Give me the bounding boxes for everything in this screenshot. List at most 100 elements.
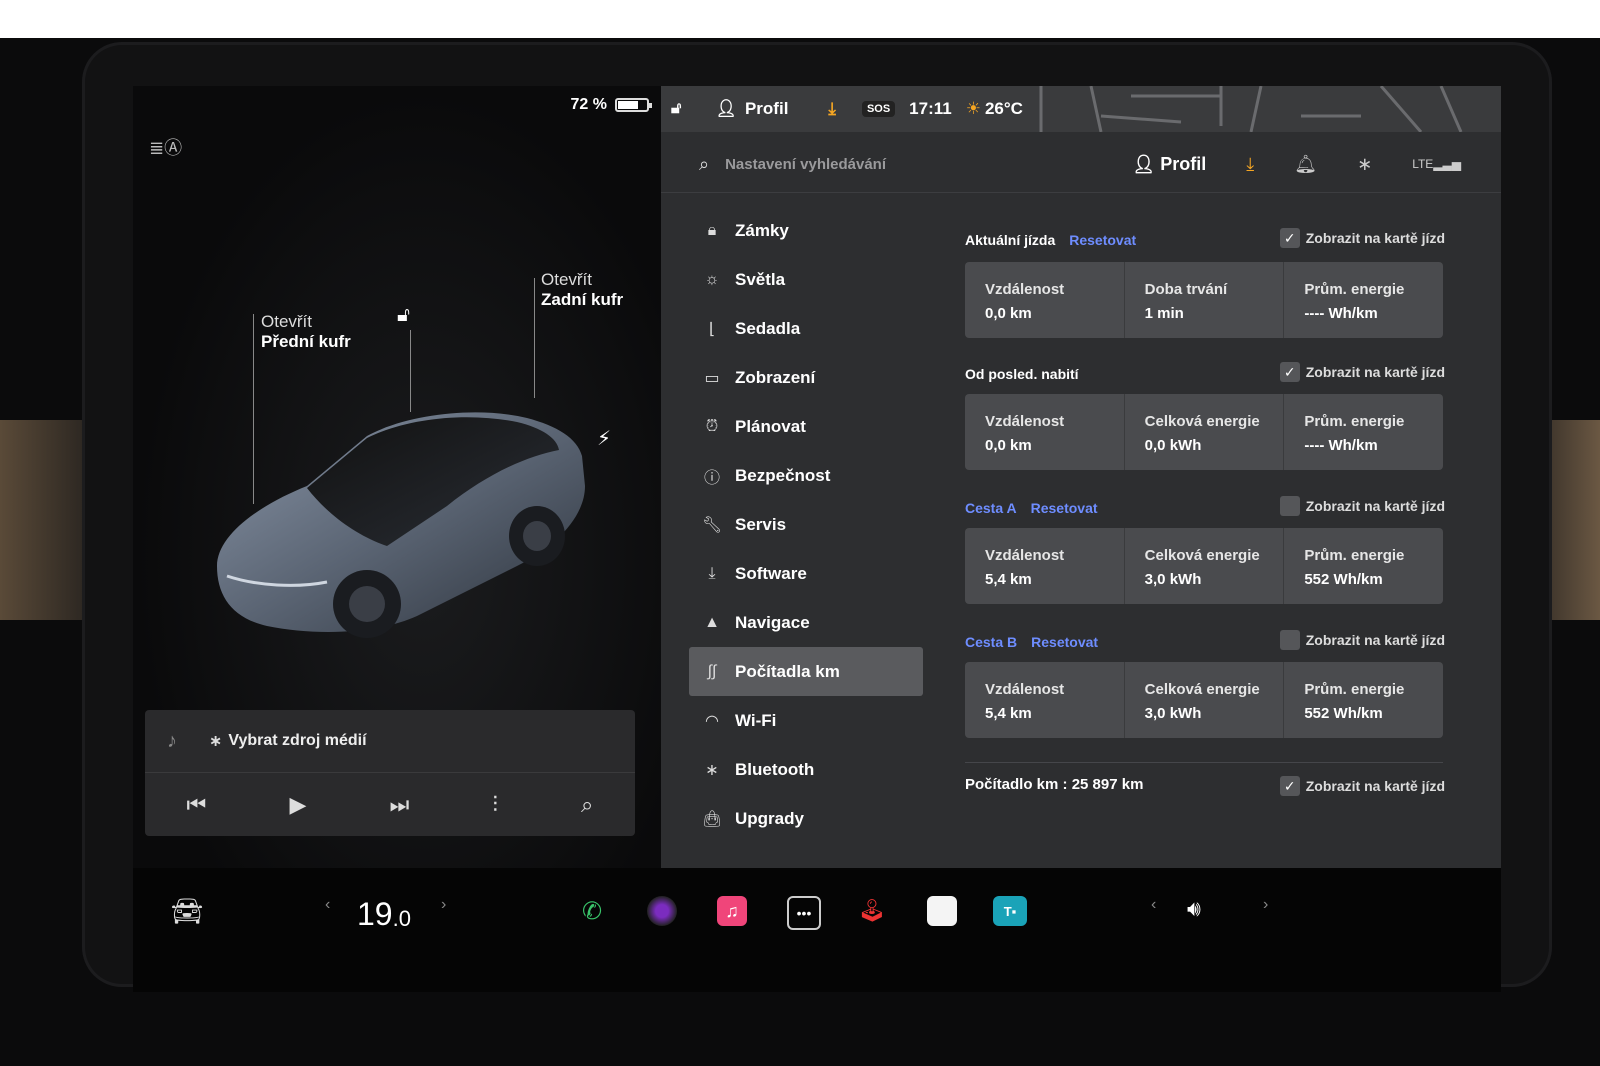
front-trunk-callout[interactable]: Otevřít Přední kufr [261,312,351,352]
front-trunk-action: Otevřít [261,312,313,331]
show-on-card-label: Zobrazit na kartě jízd [1305,364,1445,380]
volume-icon[interactable]: 🔊︎ [1187,896,1201,922]
trip-b-title: Cesta B [965,634,1018,650]
shopping-bag-icon: 👜︎ [701,810,723,828]
stat-cell: Prům. energie ---- Wh/km [1284,262,1443,338]
trip-b-reset-link[interactable]: Resetovat [1031,634,1098,650]
trip-b-header: Cesta B Resetovat Zobrazit na kartě jízd [965,630,1445,654]
checkbox-unchecked-icon [1279,496,1300,516]
calendar-icon [927,896,957,926]
music-note-icon: ♪ [167,729,177,752]
menu-item-sedadla[interactable]: ⌊ Sedadla [689,304,923,353]
rear-trunk-action: Otevřít [541,270,593,289]
volume-down-chevron-icon[interactable]: ‹ [1151,896,1156,914]
toybox-app-icon[interactable]: 🕹︎ [857,896,887,926]
car-icon[interactable]: 🚘︎ [167,896,207,927]
current-trip-card: Vzdálenost 0,0 km Doba trvání 1 min Prům. … [965,262,1443,338]
odometer-show-checkbox[interactable]: ✓ Zobrazit na kartě jízd [1279,776,1445,796]
wood-trim-left [0,420,88,620]
menu-item-label: Sedadla [735,318,801,338]
theater-app-icon[interactable]: T▪ [993,896,1027,926]
play-icon[interactable]: ▶︎ [289,792,306,818]
more-apps-icon[interactable]: ••• [787,896,821,930]
trip-b-show-checkbox[interactable]: Zobrazit na kartě jízd [1279,630,1445,650]
settings-header-icons: 👤︎ Profil ⤓ 🔔︎ ∗ LTE▂▃▅ [1132,136,1461,192]
camera-icon [647,896,677,926]
seat-icon: ⌊ [708,320,716,338]
vehicle-panel: 72 % ≣Ⓐ Otevřít Přední kufr Otevřít Zadn… [133,86,661,868]
stat-cell: Celková energie 0,0 kWh [1125,394,1285,470]
previous-track-icon[interactable]: ⏮︎ [187,792,207,818]
stat-label: Vzdálenost [985,681,1065,698]
charge-port-icon[interactable]: ⚡︎ [597,426,611,451]
settings-search-input[interactable]: Nastavení vyhledávání [725,156,886,173]
menu-item-bezpe-nost[interactable]: ⓘ Bezpečnost [689,451,923,500]
stat-cell: Celková energie 3,0 kWh [1125,662,1285,738]
menu-item-servis[interactable]: 🔧︎ Servis [689,500,923,549]
status-profile-label[interactable]: Profil [745,99,788,119]
temp-increase-chevron-icon[interactable]: › [441,896,446,914]
battery-fill [618,101,639,109]
stat-cell: Doba trvání 1 min [1125,262,1285,338]
profile-button[interactable]: 👤︎ Profil [1132,154,1206,175]
volume-up-chevron-icon[interactable]: › [1263,896,1268,914]
music-app-icon[interactable]: ♫ [717,896,747,926]
status-temperature: 26°C [984,99,1023,118]
rear-trunk-callout[interactable]: Otevřít Zadní kufr [541,270,623,310]
unlock-icon[interactable]: 🔓︎ [397,304,410,327]
trip-a-reset-link[interactable]: Resetovat [1031,500,1098,516]
unlocked-status-icon[interactable]: 🔓︎ [671,100,681,118]
menu-item-label: Zobrazení [735,367,816,387]
menu-item-z-mky[interactable]: 🔒︎ Zámky [689,206,923,255]
stat-label: Prům. energie [1304,281,1405,298]
battery-status: 72 % [571,96,652,114]
phone-icon: ✆ [581,897,603,925]
current-trip-reset-link[interactable]: Resetovat [1069,232,1136,248]
stat-cell: Prům. energie 552 Wh/km [1284,528,1443,604]
phone-app-icon[interactable]: ✆ [577,896,607,926]
touchscreen: 72 % ≣Ⓐ Otevřít Přední kufr Otevřít Zadn… [133,86,1501,992]
bluetooth-icon[interactable]: ∗ [1357,154,1372,175]
download-icon[interactable]: ⤓ [1246,154,1254,175]
bluetooth-icon: ∗ [705,761,719,779]
lte-signal-icon: LTE▂▃▅ [1412,157,1461,171]
bell-icon[interactable]: 🔔︎ [1294,154,1317,175]
menu-item-sv-tla[interactable]: ☼ Světla [689,255,923,304]
temp-decrease-chevron-icon[interactable]: ‹ [325,896,330,914]
menu-item-software[interactable]: ⤓ Software [689,549,923,598]
auto-headlights-icon[interactable]: ≣Ⓐ [149,134,182,160]
stat-value: 5,4 km [985,705,1032,722]
search-icon: ⌕ [699,153,710,174]
stat-value: 0,0 km [985,305,1032,322]
menu-item-label: Bezpečnost [735,465,831,485]
menu-item-bluetooth[interactable]: ∗ Bluetooth [689,745,923,794]
menu-item-wi-fi[interactable]: ◠ Wi-Fi [689,696,923,745]
download-status-icon[interactable]: ⤓ [828,99,836,119]
menu-item-upgrady[interactable]: 👜︎ Upgrady [689,794,923,843]
camera-app-icon[interactable] [647,896,677,926]
media-source-row[interactable]: ♪ ∗ Vybrat zdroj médií [145,710,635,773]
climate-temperature[interactable]: 19.0 [357,896,411,933]
menu-item-label: Zámky [735,220,789,240]
equalizer-icon[interactable]: ⫶ [492,792,498,818]
sos-button[interactable]: SOS [861,101,896,117]
temperature-decimal: .0 [392,905,411,931]
stat-value: 3,0 kWh [1144,705,1202,722]
stat-label: Celková energie [1144,547,1260,564]
settings-search-row: ⌕ Nastavení vyhledávání 👤︎ Profil ⤓ 🔔︎ ∗… [661,136,1501,193]
trip-a-show-checkbox[interactable]: Zobrazit na kartě jízd [1279,496,1445,516]
menu-item-pl-novat[interactable]: ⏰︎ Plánovat [689,402,923,451]
menu-item-po-tadla-km[interactable]: ∫∫ Počítadla km [689,647,923,696]
media-search-icon[interactable]: ⌕ [581,792,593,818]
current-trip-header: Aktuální jízda Resetovat ✓ Zobrazit na k… [965,228,1445,252]
current-trip-show-checkbox[interactable]: ✓ Zobrazit na kartě jízd [1279,228,1445,248]
stat-value: 0,0 kWh [1144,437,1202,454]
menu-item-navigace[interactable]: ▲ Navigace [689,598,923,647]
wifi-icon: ◠ [705,712,719,730]
menu-item-label: Upgrady [735,808,804,828]
next-track-icon[interactable]: ⏭︎ [390,792,410,818]
wrench-icon: 🔧︎ [701,516,723,534]
since-charge-show-checkbox[interactable]: ✓ Zobrazit na kartě jízd [1279,362,1445,382]
menu-item-zobrazen-[interactable]: ▭ Zobrazení [689,353,923,402]
calendar-app-icon[interactable] [927,896,957,926]
